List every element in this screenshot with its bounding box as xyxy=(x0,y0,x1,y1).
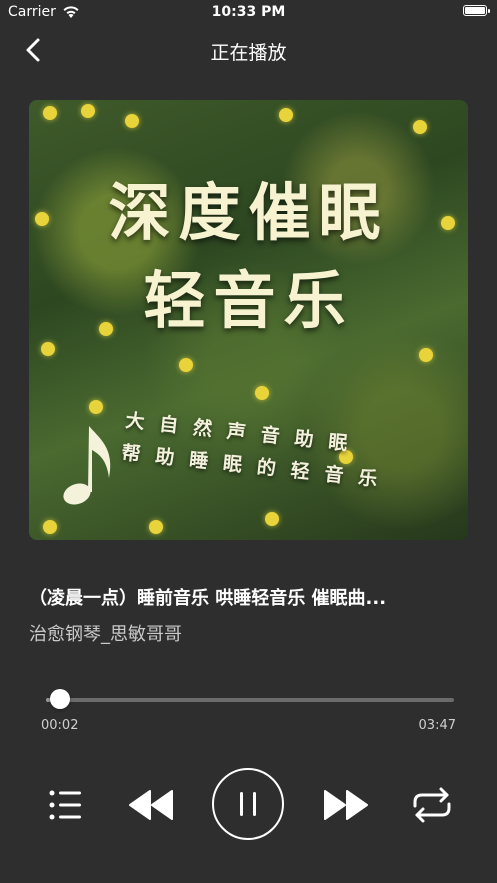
repeat-icon xyxy=(413,787,451,823)
status-time: 10:33 PM xyxy=(211,4,286,20)
cover-title-line2: 轻音乐 xyxy=(143,264,354,337)
progress-thumb[interactable] xyxy=(49,689,70,709)
pause-icon xyxy=(240,792,256,816)
play-pause-button[interactable] xyxy=(212,768,284,840)
next-icon xyxy=(324,790,368,820)
previous-icon xyxy=(129,790,173,820)
playlist-button[interactable] xyxy=(48,788,84,822)
playlist-icon xyxy=(49,790,81,820)
album-cover: 深度催眠 轻音乐 大自然声音助眠 帮助睡眠的轻音乐 xyxy=(29,100,468,540)
progress-track[interactable] xyxy=(46,698,454,702)
page-title: 正在播放 xyxy=(210,42,287,64)
next-button[interactable] xyxy=(323,789,369,821)
repeat-button[interactable] xyxy=(409,786,455,824)
current-time: 00:02 xyxy=(41,718,79,733)
previous-button[interactable] xyxy=(128,789,174,821)
artist-name: 治愈钢琴_思敏哥哥 xyxy=(29,624,182,645)
total-time: 03:47 xyxy=(418,718,456,733)
status-bar: Carrier 10:33 PM xyxy=(0,0,497,26)
battery-icon xyxy=(463,5,490,16)
cover-title-line1: 深度催眠 xyxy=(108,176,389,249)
music-note-icon xyxy=(63,426,111,505)
song-title: （凌晨一点）睡前音乐 哄睡轻音乐 催眠曲... xyxy=(29,588,387,609)
navigation-bar: 正在播放 xyxy=(0,28,497,72)
